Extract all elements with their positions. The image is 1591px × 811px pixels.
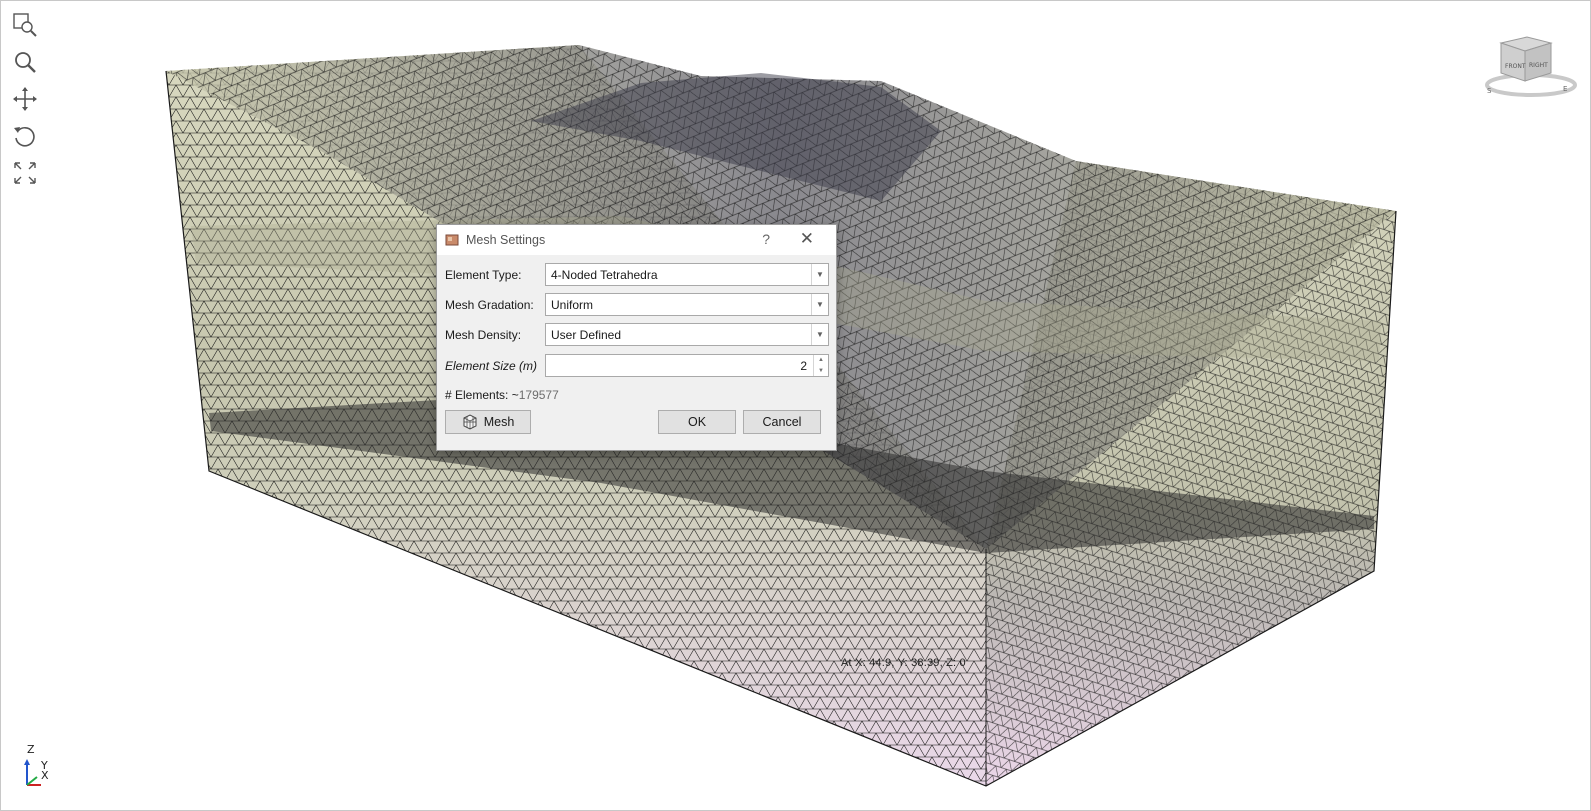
- cancel-button[interactable]: Cancel: [743, 410, 821, 434]
- view-cube-right-label: RIGHT: [1529, 62, 1548, 69]
- element-size-value[interactable]: 2: [546, 359, 813, 373]
- mesh-density-value: User Defined: [551, 327, 622, 342]
- pan-icon: [13, 87, 37, 111]
- axis-x-label: X: [41, 769, 49, 782]
- element-count-value: 179577: [518, 388, 559, 402]
- element-size-stepper[interactable]: ▲ ▼: [813, 355, 828, 376]
- element-count-label: # Elements: ~: [445, 388, 519, 402]
- mesh-settings-dialog: Mesh Settings ? ✕ Element Type: 4-Noded …: [436, 224, 837, 451]
- zoom-extents-icon: [14, 162, 36, 184]
- dialog-title-bar[interactable]: Mesh Settings ? ✕: [437, 225, 836, 255]
- zoom-window-button[interactable]: [9, 9, 41, 41]
- mesh-density-label: Mesh Density:: [445, 327, 522, 342]
- chevron-down-icon: ▼: [811, 324, 828, 345]
- compass-e-label: E: [1563, 85, 1567, 93]
- view-cube-front-label: FRONT: [1505, 63, 1526, 70]
- zoom-icon: [15, 52, 36, 73]
- 3d-viewport[interactable]: FRONT RIGHT S E At X: 44.9, Y: 38.39, Z:…: [0, 0, 1591, 811]
- mesh-density-dropdown[interactable]: User Defined ▼: [545, 323, 829, 346]
- compass-s-label: S: [1487, 87, 1492, 95]
- element-size-label: Element Size (m): [445, 358, 538, 373]
- stepper-down-icon[interactable]: ▼: [814, 366, 828, 377]
- axis-triad-icon: [24, 759, 41, 786]
- element-type-value: 4-Noded Tetrahedra: [551, 267, 658, 282]
- mesh-icon: [463, 414, 477, 430]
- mesh-density-row: Mesh Density: User Defined ▼: [445, 323, 829, 346]
- element-size-row: Element Size (m) 2 ▲ ▼: [445, 354, 829, 377]
- mesh-gradation-value: Uniform: [551, 297, 594, 312]
- stepper-up-icon[interactable]: ▲: [814, 355, 828, 366]
- mesh-gradation-label: Mesh Gradation:: [445, 297, 534, 312]
- ok-button[interactable]: OK: [658, 410, 736, 434]
- close-button[interactable]: ✕: [800, 229, 814, 249]
- help-button[interactable]: ?: [762, 231, 770, 247]
- element-size-spinbox[interactable]: 2 ▲ ▼: [545, 354, 829, 377]
- view-toolbar: [9, 9, 41, 194]
- element-type-row: Element Type: 4-Noded Tetrahedra ▼: [445, 263, 829, 286]
- zoom-button[interactable]: [9, 46, 41, 78]
- ok-button-label: OK: [687, 415, 707, 429]
- element-type-dropdown[interactable]: 4-Noded Tetrahedra ▼: [545, 263, 829, 286]
- zoom-extents-button[interactable]: [9, 157, 41, 189]
- pan-button[interactable]: [9, 83, 41, 115]
- axis-z-label: Z: [27, 743, 35, 756]
- cancel-button-label: Cancel: [762, 415, 802, 429]
- coordinate-readout: At X: 44.9, Y: 38.39, Z: 0: [841, 657, 966, 669]
- rotate-icon: [14, 126, 35, 147]
- chevron-down-icon: ▼: [811, 264, 828, 285]
- mesh-button-label: Mesh: [483, 415, 515, 429]
- app-icon: [445, 234, 459, 246]
- zoom-window-icon: [13, 13, 37, 37]
- dialog-title: Mesh Settings: [466, 233, 546, 247]
- view-cube-icon: FRONT RIGHT S E: [1485, 36, 1577, 97]
- chevron-down-icon: ▼: [811, 294, 828, 315]
- element-type-label: Element Type:: [445, 267, 522, 282]
- view-cube[interactable]: FRONT RIGHT S E: [1481, 33, 1581, 103]
- rotate-button[interactable]: [9, 120, 41, 152]
- element-count: # Elements: ~179577: [445, 388, 559, 402]
- mesh-gradation-row: Mesh Gradation: Uniform ▼: [445, 293, 829, 316]
- mesh-button[interactable]: Mesh: [445, 410, 531, 434]
- mesh-gradation-dropdown[interactable]: Uniform ▼: [545, 293, 829, 316]
